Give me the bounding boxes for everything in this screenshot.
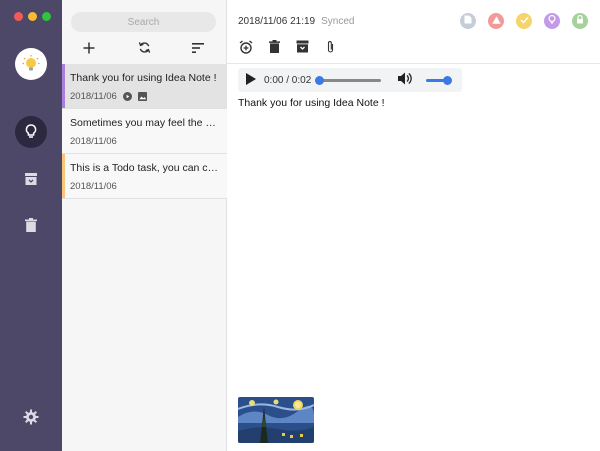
sidebar-item-archive[interactable] bbox=[15, 164, 47, 196]
attach-button[interactable] bbox=[322, 40, 338, 56]
editor-toolbar bbox=[238, 39, 338, 57]
notes-list: Thank you for using Idea Note ! 2018/11/… bbox=[62, 64, 227, 199]
delete-button[interactable] bbox=[266, 40, 282, 56]
audio-icon bbox=[122, 92, 132, 101]
close-window-button[interactable] bbox=[14, 12, 23, 21]
volume-slider[interactable] bbox=[426, 75, 453, 85]
lightbulb-logo-icon bbox=[15, 48, 47, 80]
mute-button[interactable] bbox=[398, 72, 414, 88]
warning-icon bbox=[491, 15, 501, 27]
archive-button[interactable] bbox=[294, 40, 310, 56]
add-icon bbox=[83, 42, 95, 57]
delete-icon bbox=[268, 40, 280, 56]
note-header: 2018/11/06 21:19 Synced bbox=[238, 16, 354, 27]
image-icon bbox=[137, 92, 147, 101]
note-content[interactable]: Thank you for using Idea Note ! bbox=[238, 97, 385, 109]
gear-icon bbox=[23, 409, 39, 428]
note-color-bar bbox=[62, 154, 65, 198]
window-controls bbox=[14, 12, 51, 21]
sync-icon bbox=[138, 41, 151, 57]
color-tag-grey[interactable] bbox=[460, 13, 476, 29]
play-button[interactable] bbox=[246, 72, 258, 88]
maximize-window-button[interactable] bbox=[42, 12, 51, 21]
audio-progress-slider[interactable] bbox=[315, 75, 382, 85]
list-item[interactable]: This is a Todo task, you can che... 2018… bbox=[62, 154, 227, 199]
color-tag-green[interactable] bbox=[572, 13, 588, 29]
sidebar-item-trash[interactable] bbox=[15, 210, 47, 242]
progress-thumb[interactable] bbox=[315, 75, 325, 85]
note-editor: 2018/11/06 21:19 Synced 0:00 / 0:02 Than… bbox=[227, 0, 600, 451]
volume-thumb[interactable] bbox=[443, 75, 453, 85]
list-item[interactable]: Thank you for using Idea Note ! 2018/11/… bbox=[62, 64, 227, 109]
note-date: 2018/11/06 bbox=[70, 91, 117, 102]
sidebar-item-ideas[interactable] bbox=[15, 116, 47, 148]
lightbulb-icon bbox=[23, 123, 39, 142]
sync-button[interactable] bbox=[135, 40, 153, 58]
starry-night-image bbox=[238, 397, 314, 443]
note-color-bar bbox=[62, 64, 65, 108]
note-title: Thank you for using Idea Note ! bbox=[70, 72, 217, 84]
list-item[interactable]: Sometimes you may feel the mo... 2018/11… bbox=[62, 109, 227, 154]
note-date: 2018/11/06 bbox=[70, 136, 117, 147]
note-date: 2018/11/06 bbox=[70, 181, 117, 192]
sidebar bbox=[0, 0, 62, 451]
color-tag-yellow[interactable] bbox=[516, 13, 532, 29]
add-note-button[interactable] bbox=[80, 40, 98, 58]
play-icon bbox=[246, 72, 256, 88]
archive-icon bbox=[24, 172, 38, 189]
color-tag-picker bbox=[460, 13, 588, 29]
document-icon bbox=[464, 15, 472, 27]
sync-status: Synced bbox=[321, 16, 355, 27]
sort-button[interactable] bbox=[189, 40, 207, 58]
color-tag-purple[interactable] bbox=[544, 13, 560, 29]
note-title: This is a Todo task, you can che... bbox=[70, 162, 220, 174]
reminder-button[interactable] bbox=[238, 39, 254, 57]
trash-icon bbox=[25, 217, 37, 235]
alarm-icon bbox=[239, 39, 253, 57]
notes-list-panel: Thank you for using Idea Note ! 2018/11/… bbox=[62, 0, 227, 451]
note-datetime: 2018/11/06 21:19 bbox=[238, 16, 316, 27]
volume-icon bbox=[398, 72, 413, 88]
check-icon bbox=[519, 15, 529, 27]
header-divider bbox=[227, 63, 600, 64]
note-title: Sometimes you may feel the mo... bbox=[70, 117, 220, 129]
audio-player: 0:00 / 0:02 bbox=[238, 68, 462, 92]
archive-icon bbox=[296, 40, 309, 56]
color-tag-red[interactable] bbox=[488, 13, 504, 29]
attachment-icon bbox=[326, 40, 335, 57]
attached-image-thumbnail[interactable] bbox=[238, 397, 314, 443]
list-toolbar bbox=[62, 40, 227, 58]
search-input[interactable] bbox=[71, 12, 216, 32]
sort-icon bbox=[192, 42, 204, 56]
lock-icon bbox=[576, 14, 584, 27]
bulb-icon bbox=[548, 14, 556, 27]
settings-button[interactable] bbox=[15, 402, 47, 434]
audio-time: 0:00 / 0:02 bbox=[264, 74, 312, 86]
minimize-window-button[interactable] bbox=[28, 12, 37, 21]
